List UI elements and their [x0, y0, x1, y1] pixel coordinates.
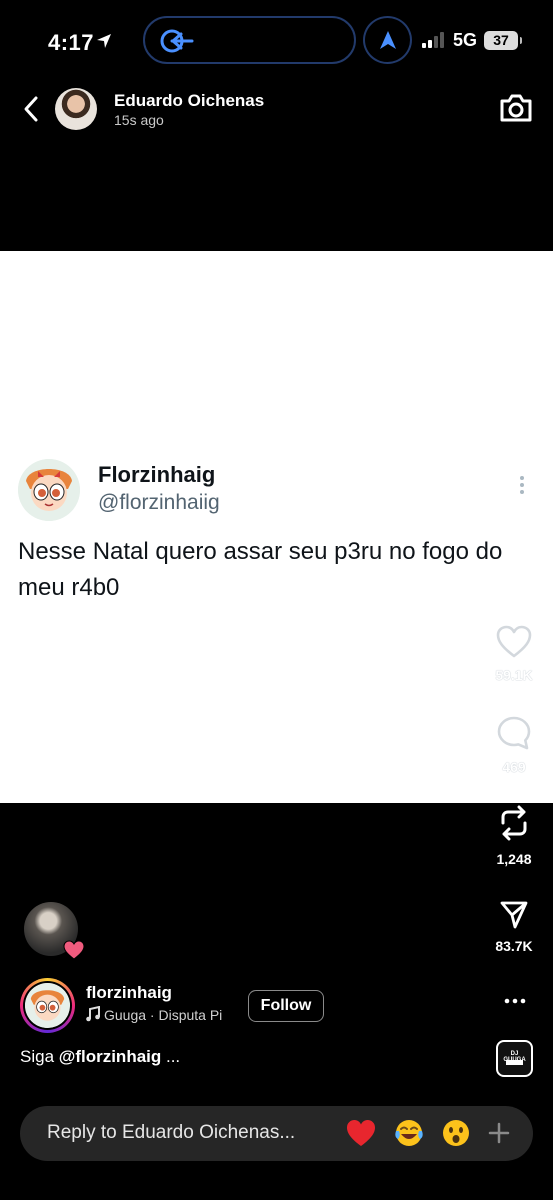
- heart-icon: [496, 625, 532, 658]
- tweet-card: Florzinhaig @florzinhaiig Nesse Natal qu…: [0, 251, 553, 803]
- navigation-pill[interactable]: [363, 16, 412, 64]
- chevron-left-icon[interactable]: [20, 95, 44, 123]
- like-button[interactable]: 59.1K: [484, 625, 544, 683]
- red-heart-emoji-icon[interactable]: [345, 1117, 377, 1149]
- camera-icon[interactable]: [498, 92, 534, 124]
- comment-button[interactable]: 469: [484, 715, 544, 775]
- dynamic-island[interactable]: [143, 16, 356, 64]
- navigation-arrow-icon: [380, 31, 396, 49]
- surprised-face-emoji-icon[interactable]: [440, 1117, 472, 1149]
- plus-icon[interactable]: [486, 1120, 512, 1146]
- tweet-avatar: [18, 459, 80, 521]
- repost-button[interactable]: 1,248: [484, 803, 544, 867]
- tweet-more-icon: [520, 476, 524, 494]
- tweet-handle: @florzinhaiig: [98, 491, 220, 514]
- send-icon: [500, 901, 528, 929]
- audio-thumbnail[interactable]: DJ GUUGA: [496, 1040, 533, 1077]
- tweet-text: Nesse Natal quero assar seu p3ru no fogo…: [18, 538, 503, 601]
- repost-count: 1,248: [496, 851, 532, 867]
- author-name[interactable]: Eduardo Oichenas: [114, 91, 264, 111]
- music-note-icon: [86, 1006, 100, 1022]
- author-avatar[interactable]: [55, 88, 97, 130]
- reply-input[interactable]: Reply to Eduardo Oichenas...: [47, 1122, 295, 1144]
- repost-icon: [501, 805, 527, 841]
- post-caption[interactable]: Siga @florzinhaig ...: [20, 1047, 180, 1067]
- music-track[interactable]: Guuga · Disputa Pi: [104, 1007, 232, 1023]
- status-time: 4:17: [48, 30, 95, 55]
- tears-of-joy-emoji-icon[interactable]: [393, 1117, 425, 1149]
- more-icon[interactable]: [503, 990, 527, 1012]
- location-arrow-icon: [97, 34, 111, 48]
- creator-avatar[interactable]: [20, 978, 75, 1033]
- like-count: 59.1K: [495, 667, 533, 683]
- tweet-display-name: Florzinhaig: [98, 462, 216, 487]
- signal-strength-icon: [422, 32, 444, 48]
- comment-icon: [497, 716, 531, 750]
- network-type: 5G: [453, 30, 478, 50]
- comment-count: 469: [502, 759, 526, 775]
- creator-username[interactable]: florzinhaig: [86, 983, 172, 1003]
- caption-mention[interactable]: @florzinhaig: [59, 1047, 162, 1066]
- powerpuff-avatar-image: [18, 459, 80, 521]
- heart-badge-icon: [63, 940, 85, 960]
- share-button[interactable]: 83.7K: [484, 900, 544, 954]
- posted-time: 15s ago: [114, 112, 164, 128]
- battery-indicator: 37: [484, 31, 522, 50]
- reply-bar[interactable]: Reply to Eduardo Oichenas...: [20, 1106, 533, 1161]
- follow-button[interactable]: Follow: [248, 990, 324, 1022]
- share-count: 83.7K: [495, 938, 533, 954]
- creator-avatar-image: [25, 983, 70, 1028]
- status-bar: 4:17 5G 37: [0, 0, 553, 84]
- screen-share-icon: [160, 29, 194, 53]
